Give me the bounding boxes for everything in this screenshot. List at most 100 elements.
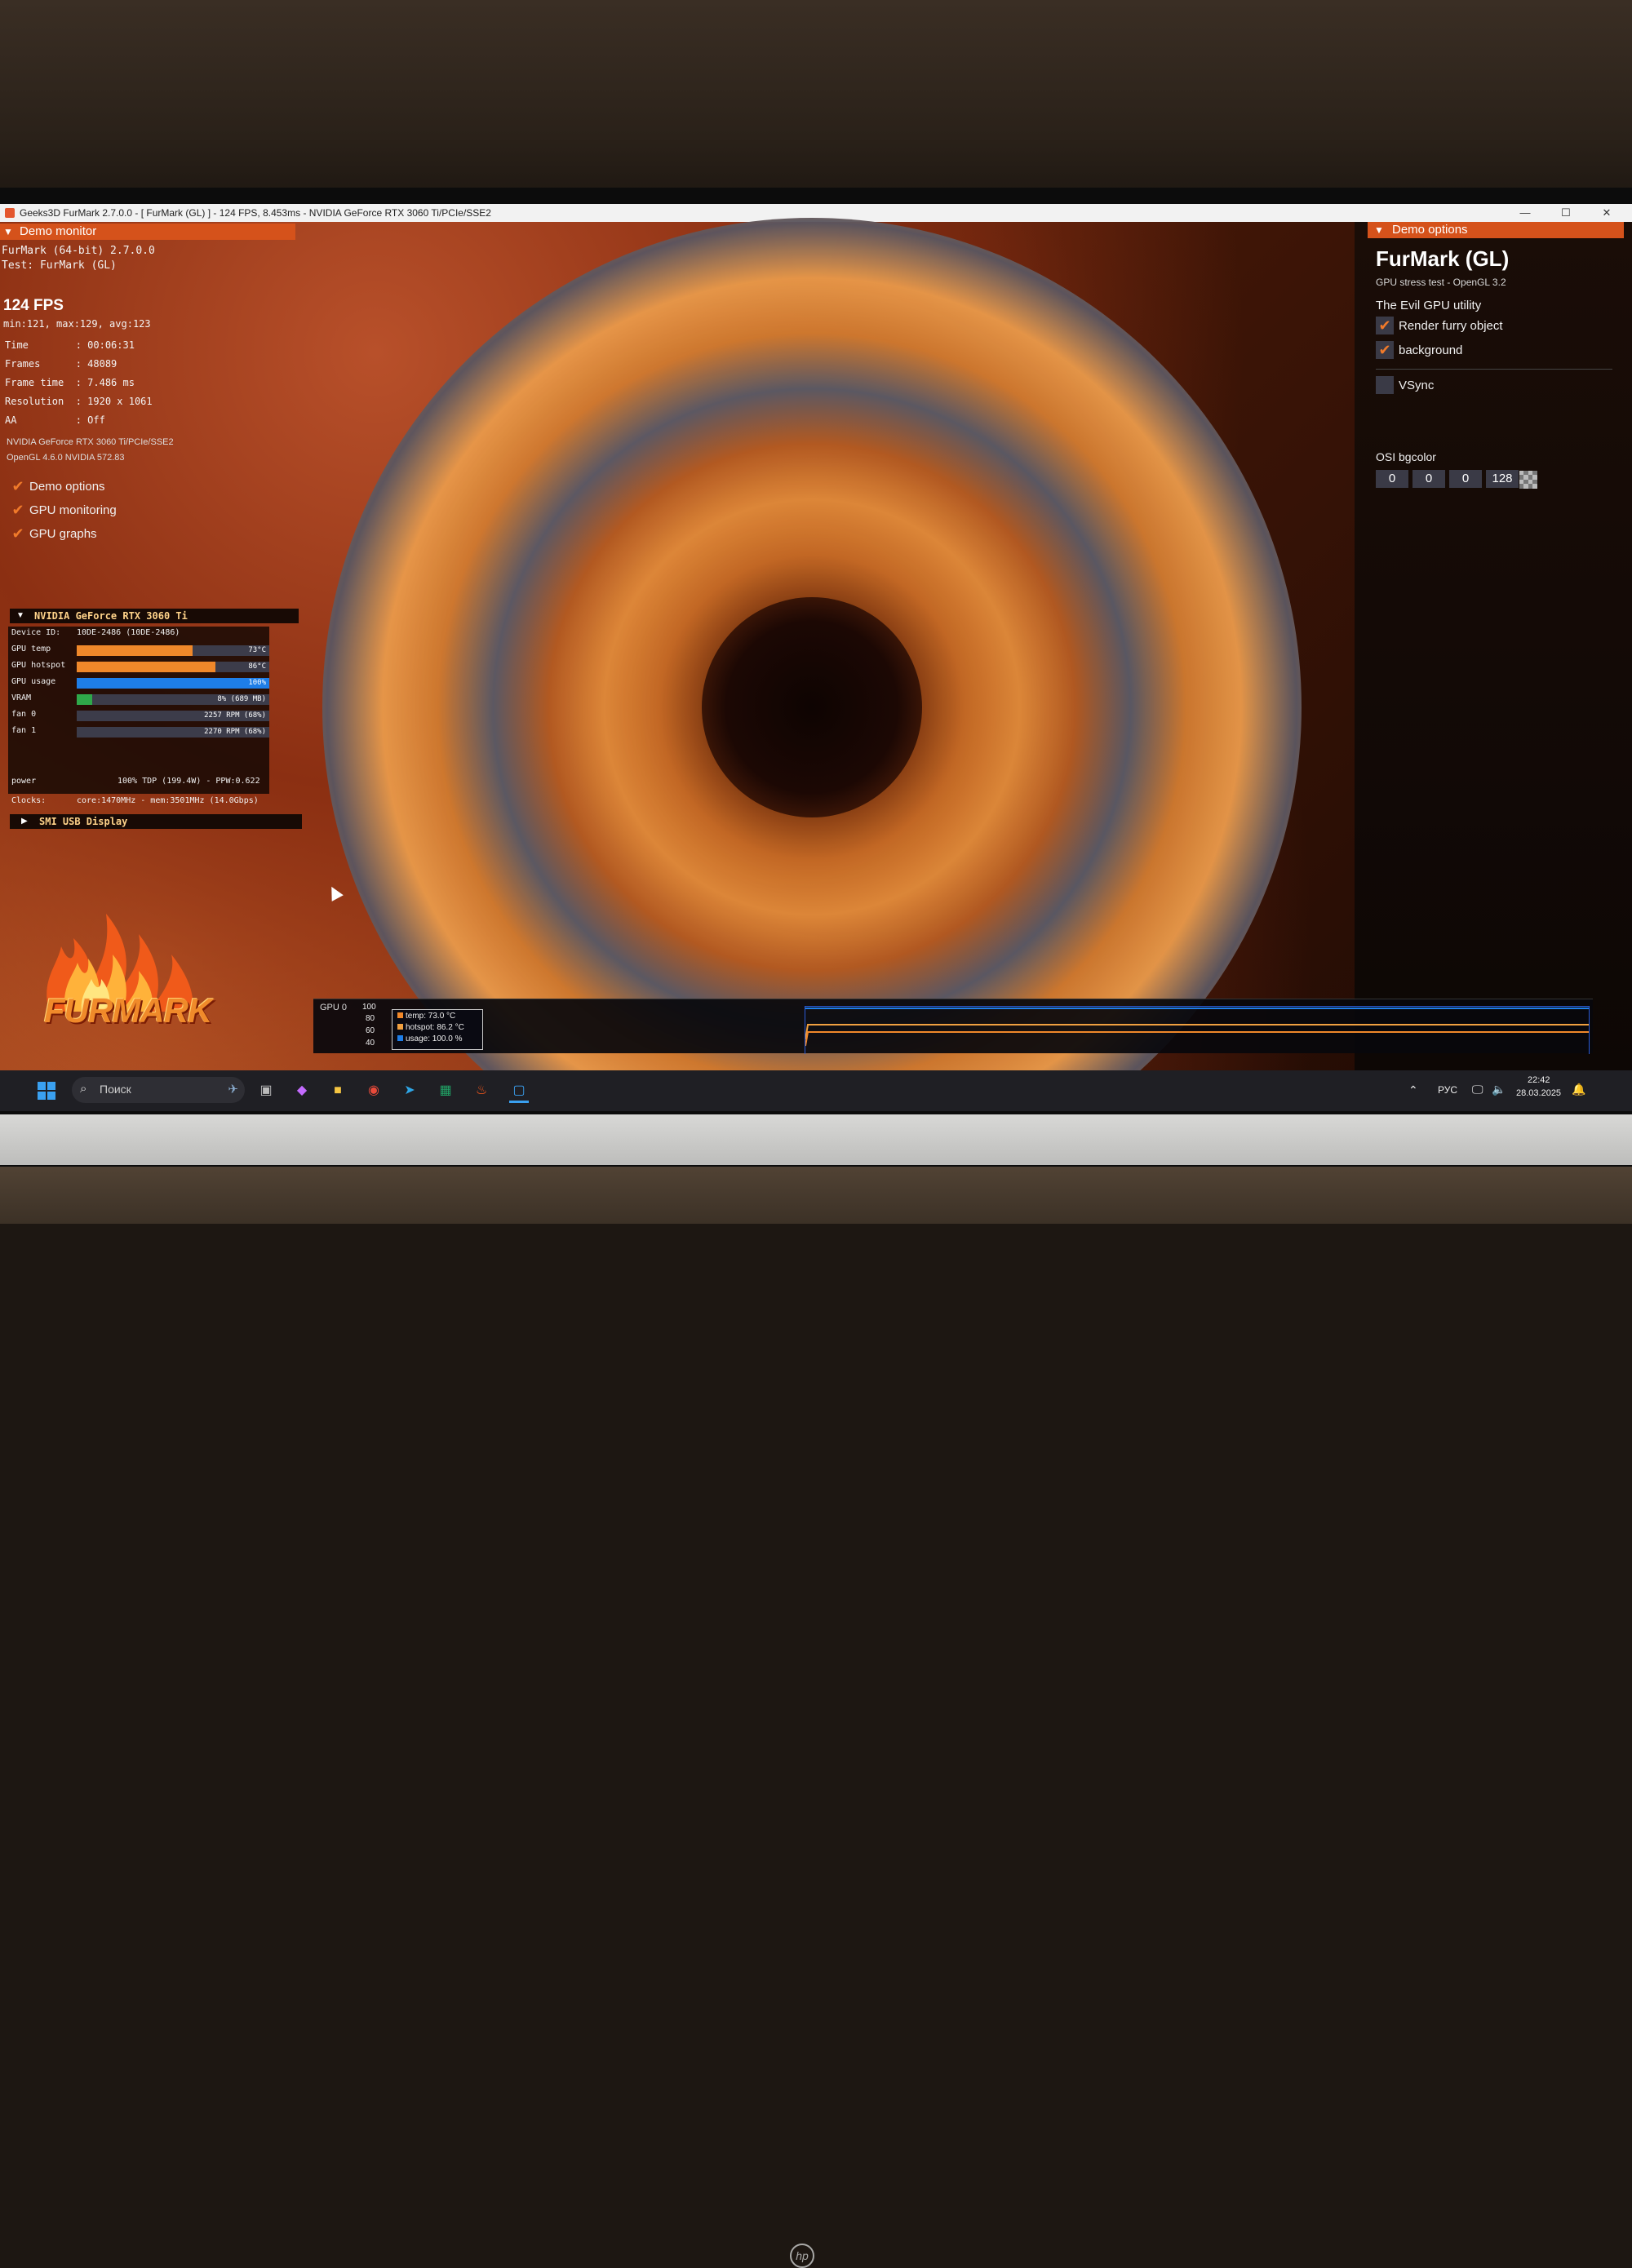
checkbox-background[interactable]: ✔ background bbox=[1376, 341, 1462, 359]
demo-monitor-panel: ▼ Demo monitor FurMark (64-bit) 2.7.0.0 … bbox=[0, 222, 304, 829]
excel-icon[interactable]: ▦ bbox=[436, 1081, 455, 1101]
gpu-metric-bar: 86°C bbox=[77, 662, 269, 672]
checkbox-label: VSync bbox=[1399, 378, 1435, 392]
checkbox-demo-options[interactable]: ✔ Demo options bbox=[10, 478, 105, 496]
checkbox-gpu-graphs[interactable]: ✔ GPU graphs bbox=[10, 525, 97, 543]
checkbox-label: Demo options bbox=[29, 479, 105, 494]
checkbox-label: GPU graphs bbox=[29, 526, 97, 541]
gpu-metric-bar: 2257 RPM (68%) bbox=[77, 711, 269, 721]
chrome-icon[interactable]: ◉ bbox=[364, 1081, 384, 1101]
gpu-graph-plot bbox=[805, 1006, 1590, 1054]
start-button[interactable] bbox=[38, 1082, 55, 1100]
gpu-metric-row: GPU hotspot 86°C bbox=[11, 661, 273, 674]
window-title: Geeks3D FurMark 2.7.0.0 - [ FurMark (GL)… bbox=[20, 207, 491, 219]
expand-arrow-icon: ▶ bbox=[21, 817, 28, 826]
demo-options-header[interactable]: ▼ Demo options bbox=[1368, 222, 1624, 238]
language-indicator[interactable]: РУС bbox=[1438, 1084, 1457, 1096]
furmark-taskbar-icon[interactable]: ♨ bbox=[472, 1081, 491, 1101]
furry-donut-hole bbox=[702, 597, 922, 817]
test-name-line: Test: FurMark (GL) bbox=[2, 259, 117, 272]
temp-line bbox=[805, 1031, 1589, 1047]
taskbar-search[interactable]: ⌕ Поиск ✈ bbox=[72, 1077, 245, 1103]
legend-label: temp: 73.0 °C bbox=[406, 1012, 456, 1021]
clock-date[interactable]: 28.03.2025 bbox=[1516, 1088, 1561, 1098]
stat-frame-time: Frame time : 7.486 ms bbox=[5, 377, 135, 388]
gpu-metric-bar-fill bbox=[77, 645, 193, 656]
network-icon[interactable]: 🖵 bbox=[1472, 1083, 1483, 1096]
furmark-logo: FURMARK bbox=[33, 889, 228, 1044]
windows-taskbar: ⌕ Поиск ✈ ▣ ◆ ■ ◉ ➤ ▦ ♨ ▢ ⌃ РУС 🖵 🔈 22:4… bbox=[0, 1070, 1632, 1111]
checkbox-render-furry-object[interactable]: ✔ Render furry object bbox=[1376, 317, 1503, 334]
y-tick: 60 bbox=[366, 1026, 375, 1035]
bgcolor-a-field[interactable]: 128 bbox=[1486, 470, 1519, 488]
checkbox-gpu-monitoring[interactable]: ✔ GPU monitoring bbox=[10, 502, 116, 520]
gpu-monitor-block: Device ID: 10DE-2486 (10DE-2486) GPU tem… bbox=[8, 627, 269, 794]
app-version-line: FurMark (64-bit) 2.7.0.0 bbox=[2, 245, 155, 257]
clock-time[interactable]: 22:42 bbox=[1528, 1075, 1550, 1085]
gpu-metric-label: GPU hotspot bbox=[11, 661, 66, 670]
tray-overflow-icon[interactable]: ⌃ bbox=[1408, 1083, 1418, 1097]
gpu-graph-panel: GPU 0 100 80 60 40 temp: 73.0 °C hotspot… bbox=[313, 999, 1593, 1054]
gpu-metric-value: 2257 RPM (68%) bbox=[204, 711, 266, 720]
gpu-metric-label: GPU temp bbox=[11, 645, 51, 653]
furmark-app-icon bbox=[5, 208, 15, 218]
telegram-icon[interactable]: ➤ bbox=[400, 1081, 419, 1101]
gpu-section-header[interactable]: ▼ NVIDIA GeForce RTX 3060 Ti bbox=[10, 609, 299, 623]
notification-bell-icon[interactable]: 🔔 bbox=[1572, 1083, 1585, 1096]
legend-item-hotspot: hotspot: 86.2 °C bbox=[397, 1023, 464, 1032]
bgcolor-label: OSI bgcolor bbox=[1376, 450, 1436, 463]
gpu-metric-bar-fill bbox=[77, 694, 92, 705]
gpu-metric-bar: 2270 RPM (68%) bbox=[77, 727, 269, 738]
legend-item-temp: temp: 73.0 °C bbox=[397, 1012, 455, 1021]
demo-subtitle: GPU stress test - OpenGL 3.2 bbox=[1376, 277, 1506, 288]
maximize-button[interactable]: ☐ bbox=[1547, 204, 1585, 222]
bgcolor-b-field[interactable]: 0 bbox=[1449, 470, 1482, 488]
volume-icon[interactable]: 🔈 bbox=[1492, 1083, 1506, 1096]
device-id-value: 10DE-2486 (10DE-2486) bbox=[77, 628, 180, 637]
power-label: power bbox=[11, 777, 37, 786]
gpu-metric-value: 2270 RPM (68%) bbox=[204, 728, 266, 736]
bgcolor-r-field[interactable]: 0 bbox=[1376, 470, 1408, 488]
search-highlight-icon: ✈ bbox=[228, 1083, 238, 1096]
clocks-row: Clocks: core:1470MHz - mem:3501MHz (14.0… bbox=[11, 796, 273, 809]
checkbox-label: Render furry object bbox=[1399, 318, 1503, 333]
opengl-version: OpenGL 4.6.0 NVIDIA 572.83 bbox=[7, 453, 125, 463]
file-explorer-icon[interactable]: ■ bbox=[328, 1081, 348, 1101]
device-id-row: Device ID: 10DE-2486 (10DE-2486) bbox=[11, 628, 273, 641]
checkbox-vsync[interactable]: VSync bbox=[1376, 376, 1434, 394]
checkbox-empty bbox=[1376, 376, 1394, 394]
gpu-metric-label: fan 1 bbox=[11, 726, 37, 735]
bgcolor-swatch[interactable] bbox=[1519, 471, 1537, 489]
gpu-metric-bar-fill bbox=[77, 678, 269, 689]
demo-monitor-header[interactable]: ▼ Demo monitor bbox=[0, 224, 295, 240]
close-button[interactable]: ✕ bbox=[1588, 204, 1625, 222]
gpu-renderer-name: NVIDIA GeForce RTX 3060 Ti/PCIe/SSE2 bbox=[7, 437, 174, 447]
smi-usb-section-header[interactable]: ▶ SMI USB Display bbox=[10, 814, 302, 829]
gpu-metric-bar-fill bbox=[77, 662, 215, 672]
checkmark-icon: ✔ bbox=[1376, 341, 1394, 359]
gpu-metric-bar: 100% bbox=[77, 678, 269, 689]
gpu-graph-label: GPU 0 bbox=[320, 1003, 348, 1012]
legend-label: hotspot: 86.2 °C bbox=[406, 1023, 464, 1032]
demo-title: FurMark (GL) bbox=[1376, 246, 1510, 271]
bgcolor-g-field[interactable]: 0 bbox=[1412, 470, 1445, 488]
minimize-button[interactable]: — bbox=[1506, 204, 1544, 222]
gpu-graph-lines bbox=[805, 1008, 1589, 1047]
checkmark-icon: ✔ bbox=[1376, 317, 1394, 334]
task-view-icon[interactable]: ▣ bbox=[256, 1081, 276, 1101]
demo-options-title: Demo options bbox=[1392, 223, 1468, 237]
monitor-screen: Geeks3D FurMark 2.7.0.0 - [ FurMark (GL)… bbox=[0, 204, 1632, 1111]
gpu-metric-row: fan 0 2257 RPM (68%) bbox=[11, 710, 273, 723]
checkmark-icon: ✔ bbox=[11, 502, 24, 518]
active-app-icon[interactable]: ▢ bbox=[509, 1081, 529, 1103]
demo-monitor-title: Demo monitor bbox=[20, 224, 97, 238]
copilot-icon[interactable]: ◆ bbox=[292, 1081, 312, 1101]
gpu-metric-label: VRAM bbox=[11, 693, 32, 702]
y-tick: 100 bbox=[362, 1003, 376, 1012]
legend-swatch bbox=[397, 1024, 403, 1030]
gpu-metric-value: 73°C bbox=[248, 646, 266, 654]
divider bbox=[1376, 369, 1612, 370]
y-tick: 80 bbox=[366, 1014, 375, 1023]
power-value: 100% TDP (199.4W) - PPW:0.622 bbox=[118, 777, 260, 786]
checkmark-icon: ✔ bbox=[11, 525, 24, 542]
